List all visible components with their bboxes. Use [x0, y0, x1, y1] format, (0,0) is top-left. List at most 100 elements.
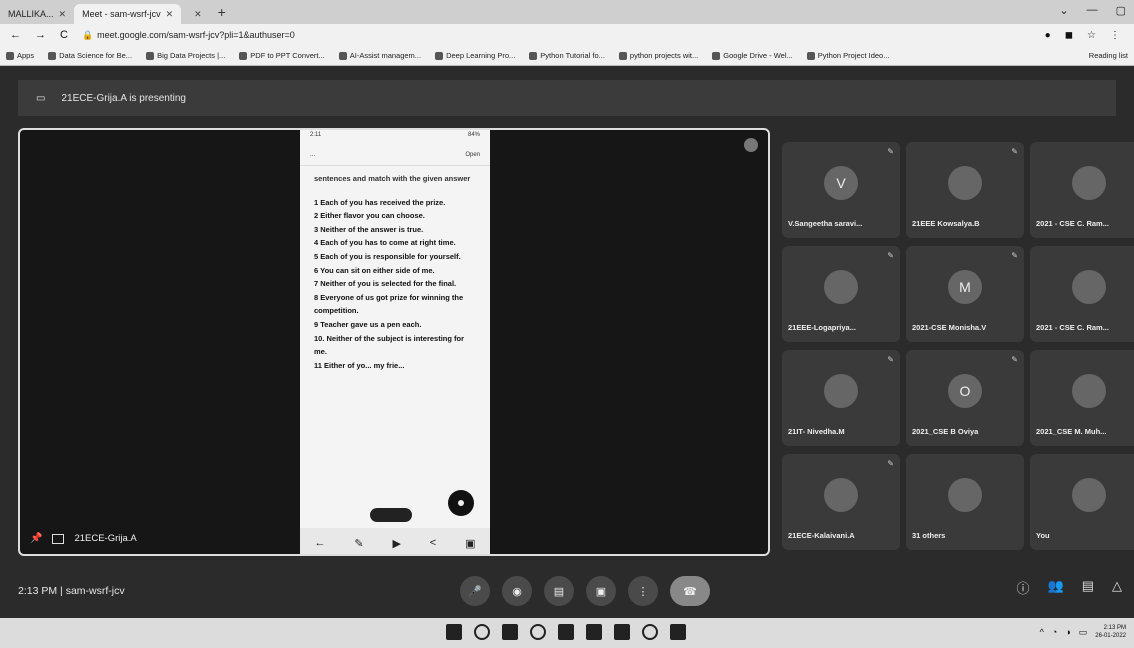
- participant-tile[interactable]: M 2021-CSE Monisha.V ✎: [906, 246, 1024, 342]
- close-icon[interactable]: ✕: [59, 9, 67, 20]
- participant-tile[interactable]: 31 others: [906, 454, 1024, 550]
- floating-action-button: [448, 490, 474, 516]
- phone-time: 2:11: [310, 132, 322, 138]
- participant-name: 2021_CSE B Oviya: [912, 427, 979, 436]
- camera-icon[interactable]: ●: [1045, 30, 1051, 41]
- info-icon[interactable]: ⓘ: [1017, 578, 1030, 597]
- avatar: [824, 374, 858, 408]
- pin-icon[interactable]: 📌: [30, 533, 42, 544]
- avatar: V: [824, 166, 858, 200]
- maximize-icon[interactable]: ▢: [1116, 4, 1126, 17]
- avatar: [948, 166, 982, 200]
- bookmark-item[interactable]: Apps: [6, 51, 34, 60]
- bookmark-icon: [146, 51, 155, 60]
- bookmark-icon: [806, 51, 815, 60]
- back-icon[interactable]: ←: [10, 29, 21, 41]
- lock-icon: 🔒: [81, 29, 94, 40]
- activities-icon[interactable]: △: [1112, 578, 1122, 597]
- new-tab-button[interactable]: +: [218, 4, 226, 20]
- tab-meet[interactable]: Meet - sam-wsrf-jcv ✕: [74, 4, 182, 24]
- bookmark-item[interactable]: Google Drive - Wel...: [712, 51, 793, 60]
- mic-button[interactable]: 🎤: [460, 576, 490, 606]
- url-field[interactable]: 🔒 meet.google.com/sam-wsrf-jcv?pli=1&aut…: [82, 30, 1031, 41]
- participant-tile[interactable]: 2021_CSE M. Muh...✎: [1030, 350, 1134, 446]
- finger-blot: [370, 508, 412, 522]
- file-explorer-icon[interactable]: [558, 624, 574, 640]
- store-icon[interactable]: [586, 624, 602, 640]
- tab-mallika[interactable]: MALLIKA... ✕: [0, 4, 74, 24]
- extension-icon[interactable]: ◼: [1065, 30, 1073, 41]
- participant-tile[interactable]: O 2021_CSE B Oviya ✎: [906, 350, 1024, 446]
- participant-name: 2021 - CSE C. Ram...: [1036, 219, 1109, 228]
- participant-tile[interactable]: V V.Sangeetha saravi... ✎: [782, 142, 900, 238]
- bookmark-icon: [239, 51, 248, 60]
- sentence-line: 11 Either of yo... my frie...: [314, 360, 405, 370]
- volume-icon[interactable]: ◑: [1065, 627, 1070, 637]
- more-options-icon[interactable]: [744, 138, 758, 152]
- bookmark-item[interactable]: AI-Assist managem...: [338, 51, 421, 60]
- bookmark-icon: [529, 51, 538, 60]
- participant-tile[interactable]: 2021 - CSE C. Ram...✎: [1030, 142, 1134, 238]
- wifi-icon[interactable]: ◔: [1052, 627, 1057, 637]
- participant-grid: V V.Sangeetha saravi... ✎ 21EEE Kowsalya.B ✎…: [782, 142, 1134, 552]
- system-tray: ^ ◔ ◑ ▭ 2:13 PM 26-01-2022: [1040, 624, 1126, 640]
- chat-icon[interactable]: ▤: [1082, 578, 1094, 597]
- participant-tile[interactable]: 2021 - CSE C. Ram...✎: [1030, 246, 1134, 342]
- search-icon[interactable]: [474, 624, 490, 640]
- phone-header: ... Open: [300, 144, 490, 166]
- app-icon[interactable]: [670, 624, 686, 640]
- present-button[interactable]: ▣: [586, 576, 616, 606]
- bookmark-icon: [435, 51, 444, 60]
- close-icon[interactable]: ✕: [166, 9, 174, 20]
- participant-tile[interactable]: 21ECE-Kalaivani.A ✎: [782, 454, 900, 550]
- presentation-banner: ▭ 21ECE-Grija.A is presenting: [18, 80, 1116, 116]
- tab-third[interactable]: ✕: [181, 4, 210, 24]
- bookmark-item[interactable]: Python Tutorial fo...: [529, 51, 605, 60]
- start-icon[interactable]: [446, 624, 462, 640]
- sentence-line: 5 Each of you is responsible for yoursel…: [314, 251, 461, 261]
- bookmark-item[interactable]: Deep Learning Pro...: [435, 51, 515, 60]
- chrome-icon[interactable]: [642, 624, 658, 640]
- reload-icon[interactable]: C: [60, 29, 68, 41]
- avatar: [1072, 270, 1106, 304]
- meeting-code: sam-wsrf-jcv: [65, 585, 125, 597]
- camera-button[interactable]: ◉: [502, 576, 532, 606]
- participant-tile[interactable]: You: [1030, 454, 1134, 550]
- edge-icon[interactable]: [614, 624, 630, 640]
- bookmark-label: Google Drive - Wel...: [723, 51, 793, 60]
- menu-icon[interactable]: ⋮: [1110, 30, 1120, 41]
- bookmark-label: Python Project Ideo...: [817, 51, 890, 60]
- bookmark-item[interactable]: Big Data Projects |...: [146, 51, 225, 60]
- participant-tile[interactable]: 21EEE-Logapriya... ✎: [782, 246, 900, 342]
- bookmark-icon: [48, 51, 57, 60]
- bookmark-label: Apps: [17, 51, 35, 60]
- close-icon[interactable]: ✕: [194, 9, 202, 20]
- bookmark-item[interactable]: PDF to PPT Convert...: [239, 51, 325, 60]
- captions-button[interactable]: ▤: [544, 576, 574, 606]
- sentence-line: 9 Teacher gave us a pen each.: [314, 319, 422, 329]
- participant-name: You: [1036, 531, 1050, 540]
- minimize-icon[interactable]: —: [1087, 4, 1098, 17]
- task-view-icon[interactable]: [502, 624, 518, 640]
- bookmark-item[interactable]: Python Project Ideo...: [806, 51, 890, 60]
- chevron-up-icon[interactable]: ^: [1040, 627, 1044, 637]
- bookmark-icon: [712, 51, 721, 60]
- instruction-text: sentences and match with the given answe…: [314, 174, 471, 183]
- forward-icon[interactable]: →: [35, 29, 46, 41]
- people-icon[interactable]: 👥: [1048, 578, 1064, 597]
- mic-off-icon: ✎: [1011, 251, 1018, 260]
- reading-list[interactable]: Reading list: [1089, 51, 1128, 60]
- chevron-down-icon[interactable]: ⌄: [1059, 4, 1068, 17]
- bookmark-label: Python Tutorial fo...: [540, 51, 605, 60]
- bookmark-item[interactable]: python projects wit...: [618, 51, 698, 60]
- participant-tile[interactable]: 21IT- Nivedha.M ✎: [782, 350, 900, 446]
- clock[interactable]: 2:13 PM 26-01-2022: [1095, 624, 1126, 640]
- more-options-button[interactable]: ⋮: [628, 576, 658, 606]
- bookmark-item[interactable]: Data Science for Be...: [48, 51, 132, 60]
- star-icon[interactable]: ☆: [1087, 30, 1096, 41]
- meeting-info: 2:13 PM | sam-wsrf-jcv: [18, 585, 125, 597]
- battery-icon[interactable]: ▭: [1079, 627, 1088, 638]
- participant-tile[interactable]: 21EEE Kowsalya.B ✎: [906, 142, 1024, 238]
- chat-app-icon[interactable]: [530, 624, 546, 640]
- leave-call-button[interactable]: ☎: [670, 576, 710, 606]
